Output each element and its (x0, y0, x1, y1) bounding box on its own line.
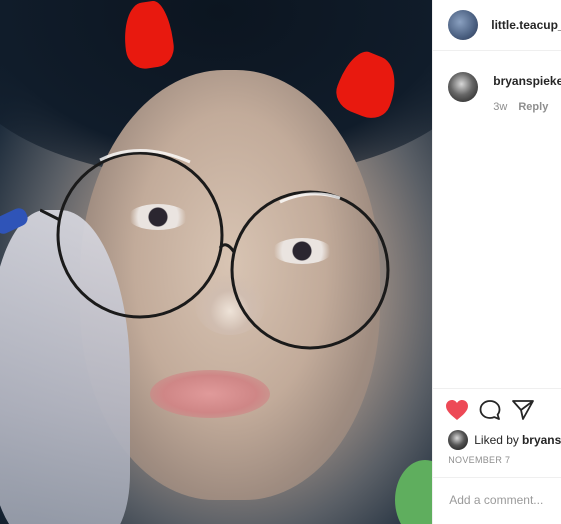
post-side-panel: little.teacup_ bryanspieke 3w Reply Like… (432, 0, 561, 524)
heart-icon[interactable] (445, 399, 469, 421)
author-username[interactable]: little.teacup_ (491, 18, 561, 32)
instagram-post-view: little.teacup_ bryanspieke 3w Reply Like… (0, 0, 561, 524)
action-icons (445, 399, 535, 421)
post-actions: Liked by bryans NOVEMBER 7 (433, 388, 561, 465)
author-avatar[interactable] (448, 10, 479, 40)
post-photo[interactable] (0, 0, 433, 524)
liked-by: Liked by bryans (448, 430, 561, 450)
comment-time: 3w (493, 101, 508, 113)
reply-button[interactable]: Reply (518, 101, 548, 113)
photo-green-object (395, 460, 433, 524)
post-date[interactable]: NOVEMBER 7 (448, 455, 510, 465)
liked-by-prefix: Liked by (474, 433, 519, 447)
commenter-username[interactable]: bryanspieke (493, 74, 561, 88)
commenter-avatar[interactable] (448, 72, 479, 102)
liker-avatar[interactable] (448, 430, 469, 450)
paper-plane-icon[interactable] (511, 399, 535, 421)
comment-bubble-icon[interactable] (478, 399, 502, 421)
add-comment-input[interactable] (447, 492, 561, 508)
comment-meta: 3w Reply (493, 101, 548, 113)
liker-username[interactable]: bryans (522, 433, 561, 447)
add-comment-bar (433, 477, 561, 524)
post-header: little.teacup_ (433, 0, 561, 51)
